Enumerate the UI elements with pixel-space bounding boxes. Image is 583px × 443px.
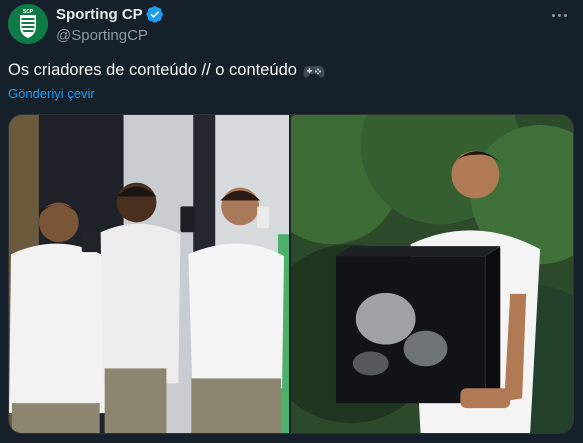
tweet-text-row: Os criadores de conteúdo // o conteúdo	[8, 61, 325, 80]
sporting-crest-icon: SCP	[8, 4, 48, 44]
media-photo-2[interactable]	[291, 115, 573, 433]
verified-badge-icon	[146, 6, 163, 23]
media-photo-1[interactable]	[9, 115, 289, 433]
svg-text:SCP: SCP	[23, 9, 34, 15]
tweet-text: Os criadores de conteúdo // o conteúdo	[8, 61, 297, 79]
photo-content-creators	[9, 115, 289, 433]
media-grid[interactable]	[8, 114, 574, 434]
photo-content-player	[291, 115, 573, 433]
video-game-controller-icon	[303, 65, 325, 78]
display-name[interactable]: Sporting CP	[56, 6, 143, 23]
translate-link[interactable]: Gönderiyi çevir	[8, 86, 95, 101]
handle[interactable]: @SportingCP	[56, 27, 164, 44]
tweet[interactable]: SCP Sporting CP @SportingCP Os criadores…	[0, 0, 583, 443]
avatar[interactable]: SCP	[8, 4, 48, 44]
more-options-icon[interactable]	[547, 4, 571, 26]
